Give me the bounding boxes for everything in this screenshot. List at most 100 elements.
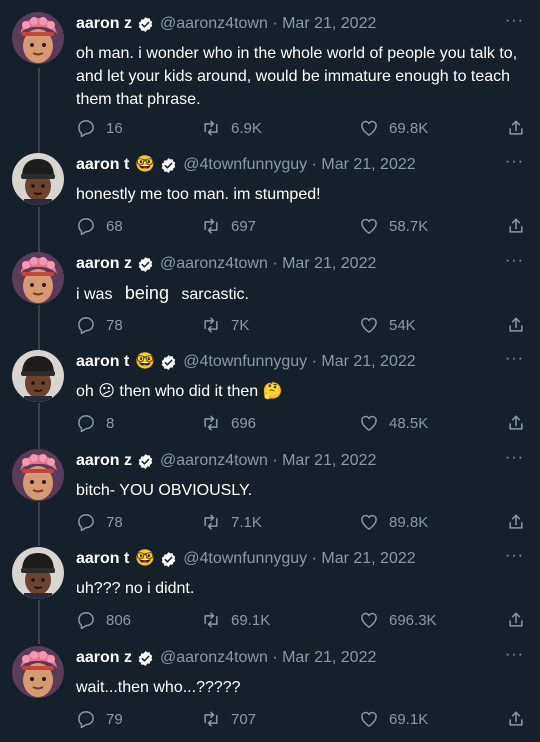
avatar[interactable] xyxy=(12,449,64,501)
like-count: 69.1K xyxy=(389,710,429,728)
retweet-icon xyxy=(204,612,218,628)
heart-icon xyxy=(361,711,377,727)
handle-and-date[interactable]: @4townfunnyguy · Mar 21, 2022 xyxy=(183,350,415,374)
reply-icon xyxy=(78,415,94,433)
more-options-icon[interactable]: ··· xyxy=(505,153,524,171)
more-options-icon[interactable]: ··· xyxy=(505,547,524,565)
share-button[interactable] xyxy=(506,510,526,534)
verified-badge-icon xyxy=(162,354,176,370)
retweet-button[interactable]: 696 xyxy=(201,411,256,435)
like-count: 69.8K xyxy=(389,119,429,137)
retweet-icon xyxy=(204,120,218,136)
like-button[interactable]: 89.8K xyxy=(359,510,428,534)
reply-button[interactable]: 79 xyxy=(76,707,123,731)
tweet-header: aaron z @aaronz4town · Mar 21, 2022 xyxy=(76,449,376,473)
handle-and-date[interactable]: @aaronz4town · Mar 21, 2022 xyxy=(160,646,376,670)
share-button[interactable] xyxy=(506,214,526,238)
heart-icon xyxy=(361,514,377,530)
thinking-face-emoji: 🤔 xyxy=(262,383,283,400)
handle-and-date[interactable]: @4townfunnyguy · Mar 21, 2022 xyxy=(183,153,415,177)
tweet-actions: 78 7K 54K xyxy=(76,313,528,337)
reply-icon xyxy=(78,514,94,532)
text-segment: then who did it then xyxy=(119,383,259,400)
tweet-text: bitch- YOU OBVIOUSLY. xyxy=(76,482,253,499)
thread-line xyxy=(38,502,40,546)
like-button[interactable]: 69.8K xyxy=(359,116,428,140)
reply-button[interactable]: 806 xyxy=(76,608,131,632)
tweet-text: i was being sarcastic. xyxy=(76,282,526,306)
display-name[interactable]: aaron t xyxy=(76,153,129,177)
retweet-icon xyxy=(204,514,218,530)
like-button[interactable]: 69.1K xyxy=(359,707,428,731)
share-button[interactable] xyxy=(506,313,526,337)
verified-badge-icon xyxy=(138,650,153,666)
tweet-actions: 806 69.1K 696.3K xyxy=(76,608,528,632)
share-button[interactable] xyxy=(506,707,526,731)
text-segment: i was xyxy=(76,286,113,303)
avatar[interactable] xyxy=(12,252,64,304)
retweet-button[interactable]: 6.9K xyxy=(201,116,262,140)
retweet-count: 6.9K xyxy=(231,119,262,137)
reply-icon xyxy=(78,218,94,236)
display-name[interactable]: aaron t xyxy=(76,547,129,571)
more-options-icon[interactable]: ··· xyxy=(505,252,524,270)
more-options-icon[interactable]: ··· xyxy=(505,646,524,664)
retweet-button[interactable]: 697 xyxy=(201,214,256,238)
reply-button[interactable]: 78 xyxy=(76,510,123,534)
more-options-icon[interactable]: ··· xyxy=(505,12,524,30)
share-icon xyxy=(509,317,523,332)
reply-button[interactable]: 8 xyxy=(76,411,114,435)
reply-button[interactable]: 78 xyxy=(76,313,123,337)
retweet-button[interactable]: 7.1K xyxy=(201,510,262,534)
tweet-actions: 8 696 48.5K xyxy=(76,411,528,435)
reply-count: 79 xyxy=(106,710,123,728)
avatar[interactable] xyxy=(12,547,64,599)
tweet-actions: 78 7.1K 89.8K xyxy=(76,510,528,534)
tweet-header: aaron z @aaronz4town · Mar 21, 2022 xyxy=(76,252,376,276)
more-options-icon[interactable]: ··· xyxy=(505,449,524,467)
like-count: 89.8K xyxy=(389,513,429,531)
reply-button[interactable]: 16 xyxy=(76,116,123,140)
avatar[interactable] xyxy=(12,646,64,698)
display-name[interactable]: aaron z xyxy=(76,449,132,473)
handle-and-date[interactable]: @4townfunnyguy · Mar 21, 2022 xyxy=(183,547,415,571)
reply-count: 806 xyxy=(106,611,132,629)
display-name[interactable]: aaron t xyxy=(76,350,129,374)
avatar[interactable] xyxy=(12,350,64,402)
handle-and-date[interactable]: @aaronz4town · Mar 21, 2022 xyxy=(160,252,376,276)
handle-and-date[interactable]: @aaronz4town · Mar 21, 2022 xyxy=(160,12,376,36)
tweet-header: aaron t 🤓 @4townfunnyguy · Mar 21, 2022 xyxy=(76,153,416,177)
reply-count: 78 xyxy=(106,513,123,531)
retweet-icon xyxy=(204,218,218,234)
reply-button[interactable]: 68 xyxy=(76,214,123,238)
retweet-count: 7.1K xyxy=(231,513,262,531)
share-icon xyxy=(509,711,523,726)
tweet-header: aaron t 🤓 @4townfunnyguy · Mar 21, 2022 xyxy=(76,350,416,374)
retweet-count: 7K xyxy=(231,316,250,334)
retweet-button[interactable]: 69.1K xyxy=(201,608,270,632)
nerd-face-emoji: 🤓 xyxy=(135,550,156,567)
avatar[interactable] xyxy=(12,12,64,64)
share-button[interactable] xyxy=(506,608,526,632)
retweet-button[interactable]: 7K xyxy=(201,313,249,337)
share-button[interactable] xyxy=(506,116,526,140)
like-button[interactable]: 54K xyxy=(359,313,416,337)
handle-and-date[interactable]: @aaronz4town · Mar 21, 2022 xyxy=(160,449,376,473)
display-name[interactable]: aaron z xyxy=(76,646,132,670)
display-name[interactable]: aaron z xyxy=(76,252,132,276)
like-button[interactable]: 58.7K xyxy=(359,214,428,238)
share-button[interactable] xyxy=(506,411,526,435)
retweet-button[interactable]: 707 xyxy=(201,707,256,731)
thread-line xyxy=(38,600,40,644)
heart-icon xyxy=(361,120,377,136)
reply-count: 78 xyxy=(106,316,123,334)
more-options-icon[interactable]: ··· xyxy=(505,350,524,368)
avatar[interactable] xyxy=(12,153,64,205)
tweet-text: honestly me too man. im stumped! xyxy=(76,186,321,203)
like-button[interactable]: 48.5K xyxy=(359,411,428,435)
like-button[interactable]: 696.3K xyxy=(359,608,437,632)
tweet-text: wait...then who...????? xyxy=(76,679,241,696)
thread-line xyxy=(38,403,40,449)
display-name[interactable]: aaron z xyxy=(76,12,132,36)
like-count: 58.7K xyxy=(389,217,429,235)
